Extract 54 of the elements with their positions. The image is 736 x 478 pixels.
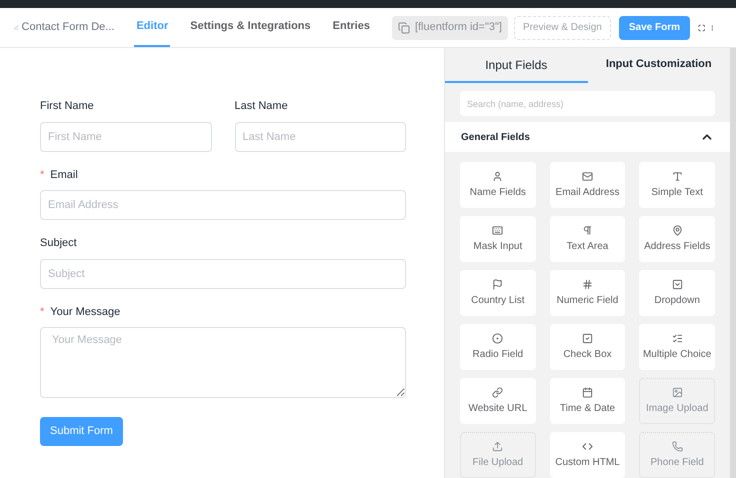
field-type-item[interactable]: Check Box (550, 324, 626, 370)
calendar-icon (582, 386, 593, 398)
hash-icon (582, 278, 593, 290)
input-field[interactable]: Last Name (234, 122, 406, 152)
input-field[interactable]: First Name (40, 122, 212, 152)
field-type-item[interactable]: Custom HTML (550, 432, 626, 478)
panel-tab[interactable]: Input Fields (445, 48, 588, 83)
section-header[interactable]: General Fields (445, 122, 730, 152)
field-type-item[interactable]: Dropdown (639, 270, 715, 316)
phone-icon (672, 440, 683, 452)
map-pin-icon (672, 224, 683, 236)
image-icon (672, 386, 683, 398)
header-tab[interactable]: Settings & Integrations (188, 8, 313, 47)
radio-icon (492, 332, 504, 344)
required-mark: * (40, 168, 44, 182)
copy-icon (398, 22, 410, 34)
envelope-icon (582, 170, 593, 182)
header-tab[interactable]: Entries (330, 8, 372, 47)
text-icon (672, 170, 683, 182)
field-type-item[interactable]: Time & Date (550, 378, 626, 424)
keyboard-icon (492, 224, 504, 236)
dropdown-icon (672, 278, 683, 290)
person-icon (492, 170, 504, 182)
link-icon (492, 386, 504, 398)
field-type-item[interactable]: Mask Input (460, 216, 536, 262)
field-type-item[interactable]: Address Fields (639, 216, 715, 262)
field-type-item[interactable]: Multiple Choice (639, 324, 715, 370)
shortcode-text: [fluentform id="3"] (414, 20, 502, 36)
field-type-item[interactable]: Email Address (550, 162, 626, 208)
field-type-item[interactable]: Text Area (550, 216, 626, 262)
pilcrow-icon (582, 224, 593, 236)
list-icon (672, 332, 683, 344)
field-type-item[interactable]: Name Fields (460, 162, 536, 208)
input-field[interactable]: Subject (40, 258, 406, 288)
field-type-item[interactable]: Radio Field (460, 324, 536, 370)
field-type-item[interactable]: Website URL (460, 378, 536, 424)
field-type-item[interactable]: Simple Text (639, 162, 715, 208)
field-label: Subject (40, 236, 77, 251)
field-type-item[interactable]: Numeric Field (550, 270, 626, 316)
field-type-item[interactable]: Country List (460, 270, 536, 316)
message-field[interactable]: Your Message (40, 327, 406, 398)
field-label: Your Message (50, 304, 120, 320)
checkbox-icon (582, 332, 593, 344)
field-label: Last Name (234, 99, 288, 114)
field-label: Email (50, 168, 78, 182)
required-mark: * (40, 304, 44, 320)
input-field[interactable]: Email Address (40, 190, 406, 220)
flag-icon (492, 278, 504, 290)
code-icon (582, 440, 593, 452)
field-label: First Name (40, 99, 94, 114)
upload-icon (492, 440, 504, 452)
form-title: Contact Form De... (22, 20, 114, 36)
search-field[interactable]: Search (name, address) (460, 91, 715, 116)
panel-tab[interactable]: Input Customization (588, 48, 730, 83)
